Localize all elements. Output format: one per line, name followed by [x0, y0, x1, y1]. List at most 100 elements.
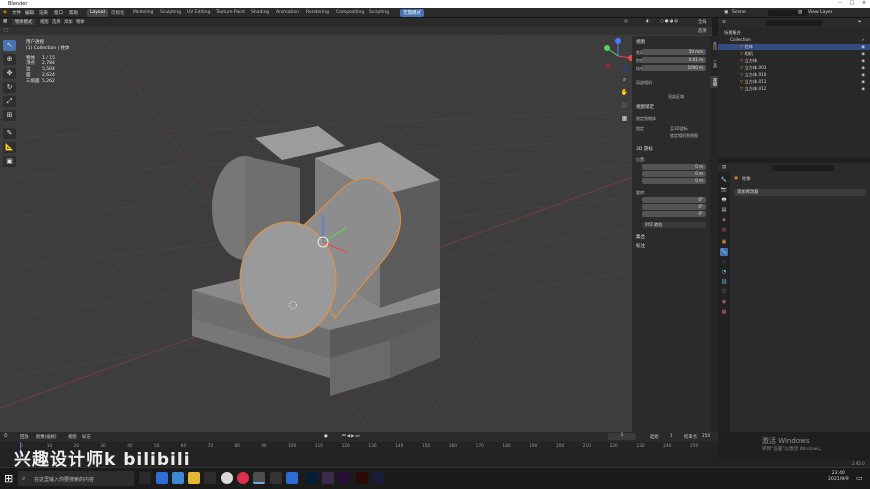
tab-uv-editing[interactable]: UV Editing [184, 9, 213, 17]
task-view-icon[interactable] [139, 472, 151, 484]
photoshop-icon[interactable] [306, 472, 318, 484]
eye-icon[interactable]: ◉ [861, 44, 865, 50]
outliner-item[interactable]: ▽ 立方体.010 ◉ [718, 72, 870, 78]
tab-tool[interactable]: 工具 [710, 58, 718, 70]
view-layer-name[interactable]: View Layer [808, 10, 833, 15]
mode-select[interactable]: 物体模式 [12, 19, 36, 25]
panel-view-lock-header[interactable]: 视图锁定 [636, 104, 654, 110]
camera-view-icon[interactable]: 🎥 [619, 100, 630, 111]
annotate-tool-icon[interactable]: ✎ [3, 128, 16, 139]
windows-start-icon[interactable]: ⊞ [4, 472, 13, 485]
tab-view[interactable]: 视图 [710, 76, 718, 88]
menu-edit[interactable]: 编辑 [25, 10, 34, 16]
start-frame-field[interactable]: 1 [670, 434, 673, 439]
texture-props-icon[interactable]: ▦ [720, 308, 728, 316]
3d-viewport[interactable] [0, 18, 712, 432]
clip-end-field[interactable]: 1000 m [642, 65, 706, 71]
measure-tool-icon[interactable]: 📐 [3, 142, 16, 153]
tab-shading[interactable]: Shading [248, 9, 272, 17]
close-icon[interactable]: × [858, 0, 870, 8]
physics-props-icon[interactable]: ◔ [720, 268, 728, 276]
cursor-tool-icon[interactable]: ⊕ [3, 54, 16, 65]
modifier-props-icon[interactable]: 🔧 [720, 248, 728, 256]
output-props-icon[interactable]: 🖶 [720, 196, 728, 204]
tab-layout[interactable]: Layout [87, 9, 109, 17]
taskbar-clock[interactable]: 23:40 2021/9/9 [828, 471, 849, 483]
panel-view-header[interactable]: 视图 [636, 39, 645, 45]
menu-help[interactable]: 帮助 [69, 10, 78, 16]
world-props-icon[interactable]: ◍ [720, 226, 728, 234]
move-tool-icon[interactable]: ✥ [3, 68, 16, 79]
app-icon[interactable] [270, 472, 282, 484]
outliner-search-input[interactable] [766, 20, 822, 26]
loc-y-field[interactable]: 0 m [642, 171, 706, 177]
end-frame-field[interactable]: 250 [702, 434, 710, 439]
outliner-item[interactable]: ▽ 立方体.003 ◉ [718, 65, 870, 71]
outliner-item[interactable]: ▽ 立方体.012 ◉ [718, 86, 870, 92]
menu-marker[interactable]: 标记 [82, 434, 91, 440]
scene-name[interactable]: Scene [732, 10, 746, 15]
menu-render[interactable]: 渲染 [39, 10, 48, 16]
overlay-icon[interactable]: ◐ [646, 19, 650, 24]
constraints-props-icon[interactable]: ⛓ [720, 278, 728, 286]
render-props-icon[interactable]: 📷 [720, 186, 728, 194]
perspective-toggle-icon[interactable]: ▦ [619, 113, 630, 124]
tab-scripting[interactable]: Scripting [366, 9, 392, 17]
eye-icon[interactable]: ◉ [861, 72, 865, 78]
tool-props-icon[interactable]: 🔧 [720, 176, 728, 184]
outliner-item[interactable]: ▽ 相机 ◉ [718, 51, 870, 57]
rot-x-field[interactable]: 0° [642, 197, 706, 203]
menu-select[interactable]: 选择 [52, 19, 61, 25]
menu-view[interactable]: 视图 [40, 19, 49, 25]
file-explorer-icon[interactable] [188, 472, 200, 484]
extra-mode-button[interactable]: 无需模式 [400, 9, 424, 17]
record-icon[interactable]: ● [324, 434, 328, 439]
outliner-item[interactable]: ▽ 立方体 ◉ [718, 58, 870, 64]
transform-tool-icon[interactable]: ⊞ [3, 110, 16, 121]
data-props-icon[interactable]: ▽ [720, 288, 728, 296]
collection-row[interactable]: Collection ✓ [718, 37, 870, 43]
tab-item[interactable]: 条目 [710, 40, 718, 52]
filter-icon[interactable]: ⏷ [858, 20, 861, 25]
eye-icon[interactable]: ◉ [861, 86, 865, 92]
scene-collection-row[interactable]: 场景集合 [718, 30, 870, 36]
scale-tool-icon[interactable]: ⤢ [3, 96, 16, 107]
app-icon[interactable] [286, 472, 298, 484]
tab-texture-paint[interactable]: Texture Paint [213, 9, 248, 17]
eye-icon[interactable]: ◉ [861, 65, 865, 71]
object-props-icon[interactable]: ▣ [720, 238, 728, 246]
options-button[interactable]: 选项 [698, 28, 707, 34]
app-icon[interactable] [204, 472, 216, 484]
shading-modes-icon[interactable]: ○●◕◍ [660, 19, 679, 24]
rotate-tool-icon[interactable]: ↻ [3, 82, 16, 93]
edge-browser-icon[interactable] [156, 472, 168, 484]
rot-y-field[interactable]: 0° [642, 204, 706, 210]
add-cube-tool-icon[interactable]: ▣ [3, 156, 16, 167]
blender-taskbar-icon[interactable] [253, 472, 265, 484]
outliner-editor-icon[interactable]: ☰ [722, 20, 726, 25]
minimize-icon[interactable]: – [834, 0, 846, 8]
editor-type-icon[interactable]: ▦ [3, 19, 7, 24]
properties-search-input[interactable] [772, 165, 834, 171]
outliner-item[interactable]: ▽ 立方体.011 ◉ [718, 79, 870, 85]
lock-to-cursor-checkbox[interactable]: 至3D游标 [670, 126, 688, 132]
lock-camera-checkbox[interactable]: 锁定相机到视图 [670, 133, 698, 139]
panel-3d-cursor-header[interactable]: 3D 游标 [636, 146, 653, 152]
panel-collections-header[interactable]: 集合 [636, 234, 645, 240]
scene-props-icon[interactable]: ◈ [720, 216, 728, 224]
menu-object[interactable]: 物体 [76, 19, 85, 25]
material-props-icon[interactable]: ◉ [720, 298, 728, 306]
eye-icon[interactable]: ◉ [861, 58, 865, 64]
chrome-icon[interactable] [221, 472, 233, 484]
render-region-checkbox[interactable]: 渲染区域 [668, 94, 684, 100]
tab-animation[interactable]: Animation [273, 9, 302, 17]
particles-props-icon[interactable]: ∴ [720, 258, 728, 266]
notification-icon[interactable]: ▭ [856, 474, 863, 482]
premiere-icon[interactable] [372, 472, 384, 484]
menu-playback[interactable]: 回放 [20, 434, 29, 440]
tab-compositing[interactable]: Compositing [333, 9, 367, 17]
tab-sculpting[interactable]: Sculpting [157, 9, 184, 17]
zoom-icon[interactable]: ⌕ [619, 74, 630, 85]
rot-z-field[interactable]: 0° [642, 211, 706, 217]
app-icon[interactable] [172, 472, 184, 484]
